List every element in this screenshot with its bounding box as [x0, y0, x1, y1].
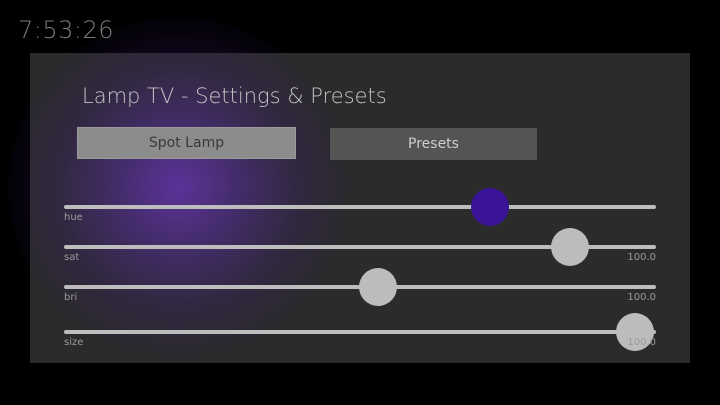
hue-slider-track[interactable]: [64, 205, 656, 209]
page-title: Lamp TV - Settings & Presets: [82, 84, 387, 108]
sat-slider-knob[interactable]: [551, 228, 590, 266]
sat-slider-label: sat: [64, 252, 80, 263]
hue-slider-label: hue: [64, 212, 83, 223]
bri-slider-value: 100.0: [627, 292, 656, 303]
bri-slider[interactable]: bri 100.0: [64, 268, 656, 327]
bri-slider-knob[interactable]: [358, 268, 397, 306]
size-slider[interactable]: size 100.0: [64, 313, 656, 372]
clock: 7:53:26: [18, 16, 115, 44]
size-slider-track[interactable]: [64, 330, 656, 334]
spot-lamp-button[interactable]: Spot Lamp: [77, 127, 296, 159]
hue-slider-knob[interactable]: [471, 188, 510, 226]
size-slider-value: 100.0: [627, 337, 656, 348]
tv-screen: 7:53:26 Lamp TV - Settings & Presets Spo…: [0, 0, 720, 405]
size-slider-label: size: [64, 337, 84, 348]
bri-slider-label: bri: [64, 292, 78, 303]
presets-button[interactable]: Presets: [330, 128, 537, 160]
sat-slider-value: 100.0: [627, 252, 656, 263]
